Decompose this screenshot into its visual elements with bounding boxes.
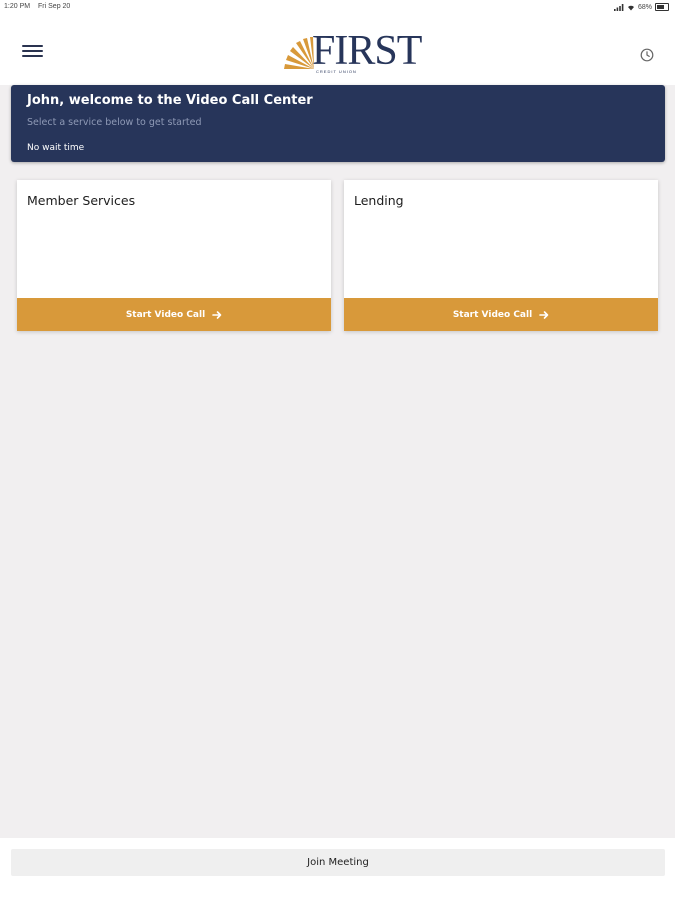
logo-wordmark: FIRST <box>312 28 422 74</box>
arrow-right-icon <box>212 310 222 319</box>
hamburger-line <box>22 50 43 52</box>
sunburst-logo-icon <box>284 37 314 69</box>
service-card-title: Member Services <box>27 193 136 208</box>
call-history-button[interactable] <box>640 47 654 62</box>
logo-subtext: CREDIT UNION <box>316 69 357 74</box>
status-left: 1:20 PM Fri Sep 20 <box>4 3 70 10</box>
hamburger-menu-button[interactable] <box>22 45 43 59</box>
battery-percentage: 68% <box>637 3 652 11</box>
first-credit-union-logo: FIRST CREDIT UNION <box>276 28 422 77</box>
battery-icon <box>655 3 669 11</box>
status-right: 68% <box>613 3 669 11</box>
start-video-call-label: Start Video Call <box>452 309 533 320</box>
welcome-subtitle: Select a service below to get started <box>27 117 202 128</box>
join-meeting-label: Join Meeting <box>307 857 369 868</box>
service-card-lending: Lending Start Video Call <box>344 180 658 331</box>
cellular-signal-icon <box>613 3 624 11</box>
join-meeting-button[interactable]: Join Meeting <box>11 849 665 876</box>
hamburger-line <box>22 55 43 57</box>
welcome-banner: John, welcome to the Video Call Center S… <box>11 85 665 162</box>
start-video-call-label: Start Video Call <box>125 309 206 320</box>
wait-time-status: No wait time <box>27 143 85 153</box>
service-card-title: Lending <box>354 193 404 208</box>
clock-icon <box>640 48 654 62</box>
welcome-title: John, welcome to the Video Call Center <box>27 93 313 108</box>
status-bar: 1:20 PM Fri Sep 20 68% <box>0 0 675 14</box>
status-date: Fri Sep 20 <box>38 3 71 10</box>
app-header: FIRST CREDIT UNION <box>0 14 675 85</box>
arrow-right-icon <box>539 310 549 319</box>
bottom-bar: Join Meeting <box>0 838 675 900</box>
hamburger-line <box>22 45 43 47</box>
wifi-icon <box>627 5 634 10</box>
service-card-member-services: Member Services Start Video Call <box>17 180 331 331</box>
start-video-call-button[interactable]: Start Video Call <box>344 298 658 331</box>
start-video-call-button[interactable]: Start Video Call <box>17 298 331 331</box>
status-time: 1:20 PM <box>4 3 31 10</box>
